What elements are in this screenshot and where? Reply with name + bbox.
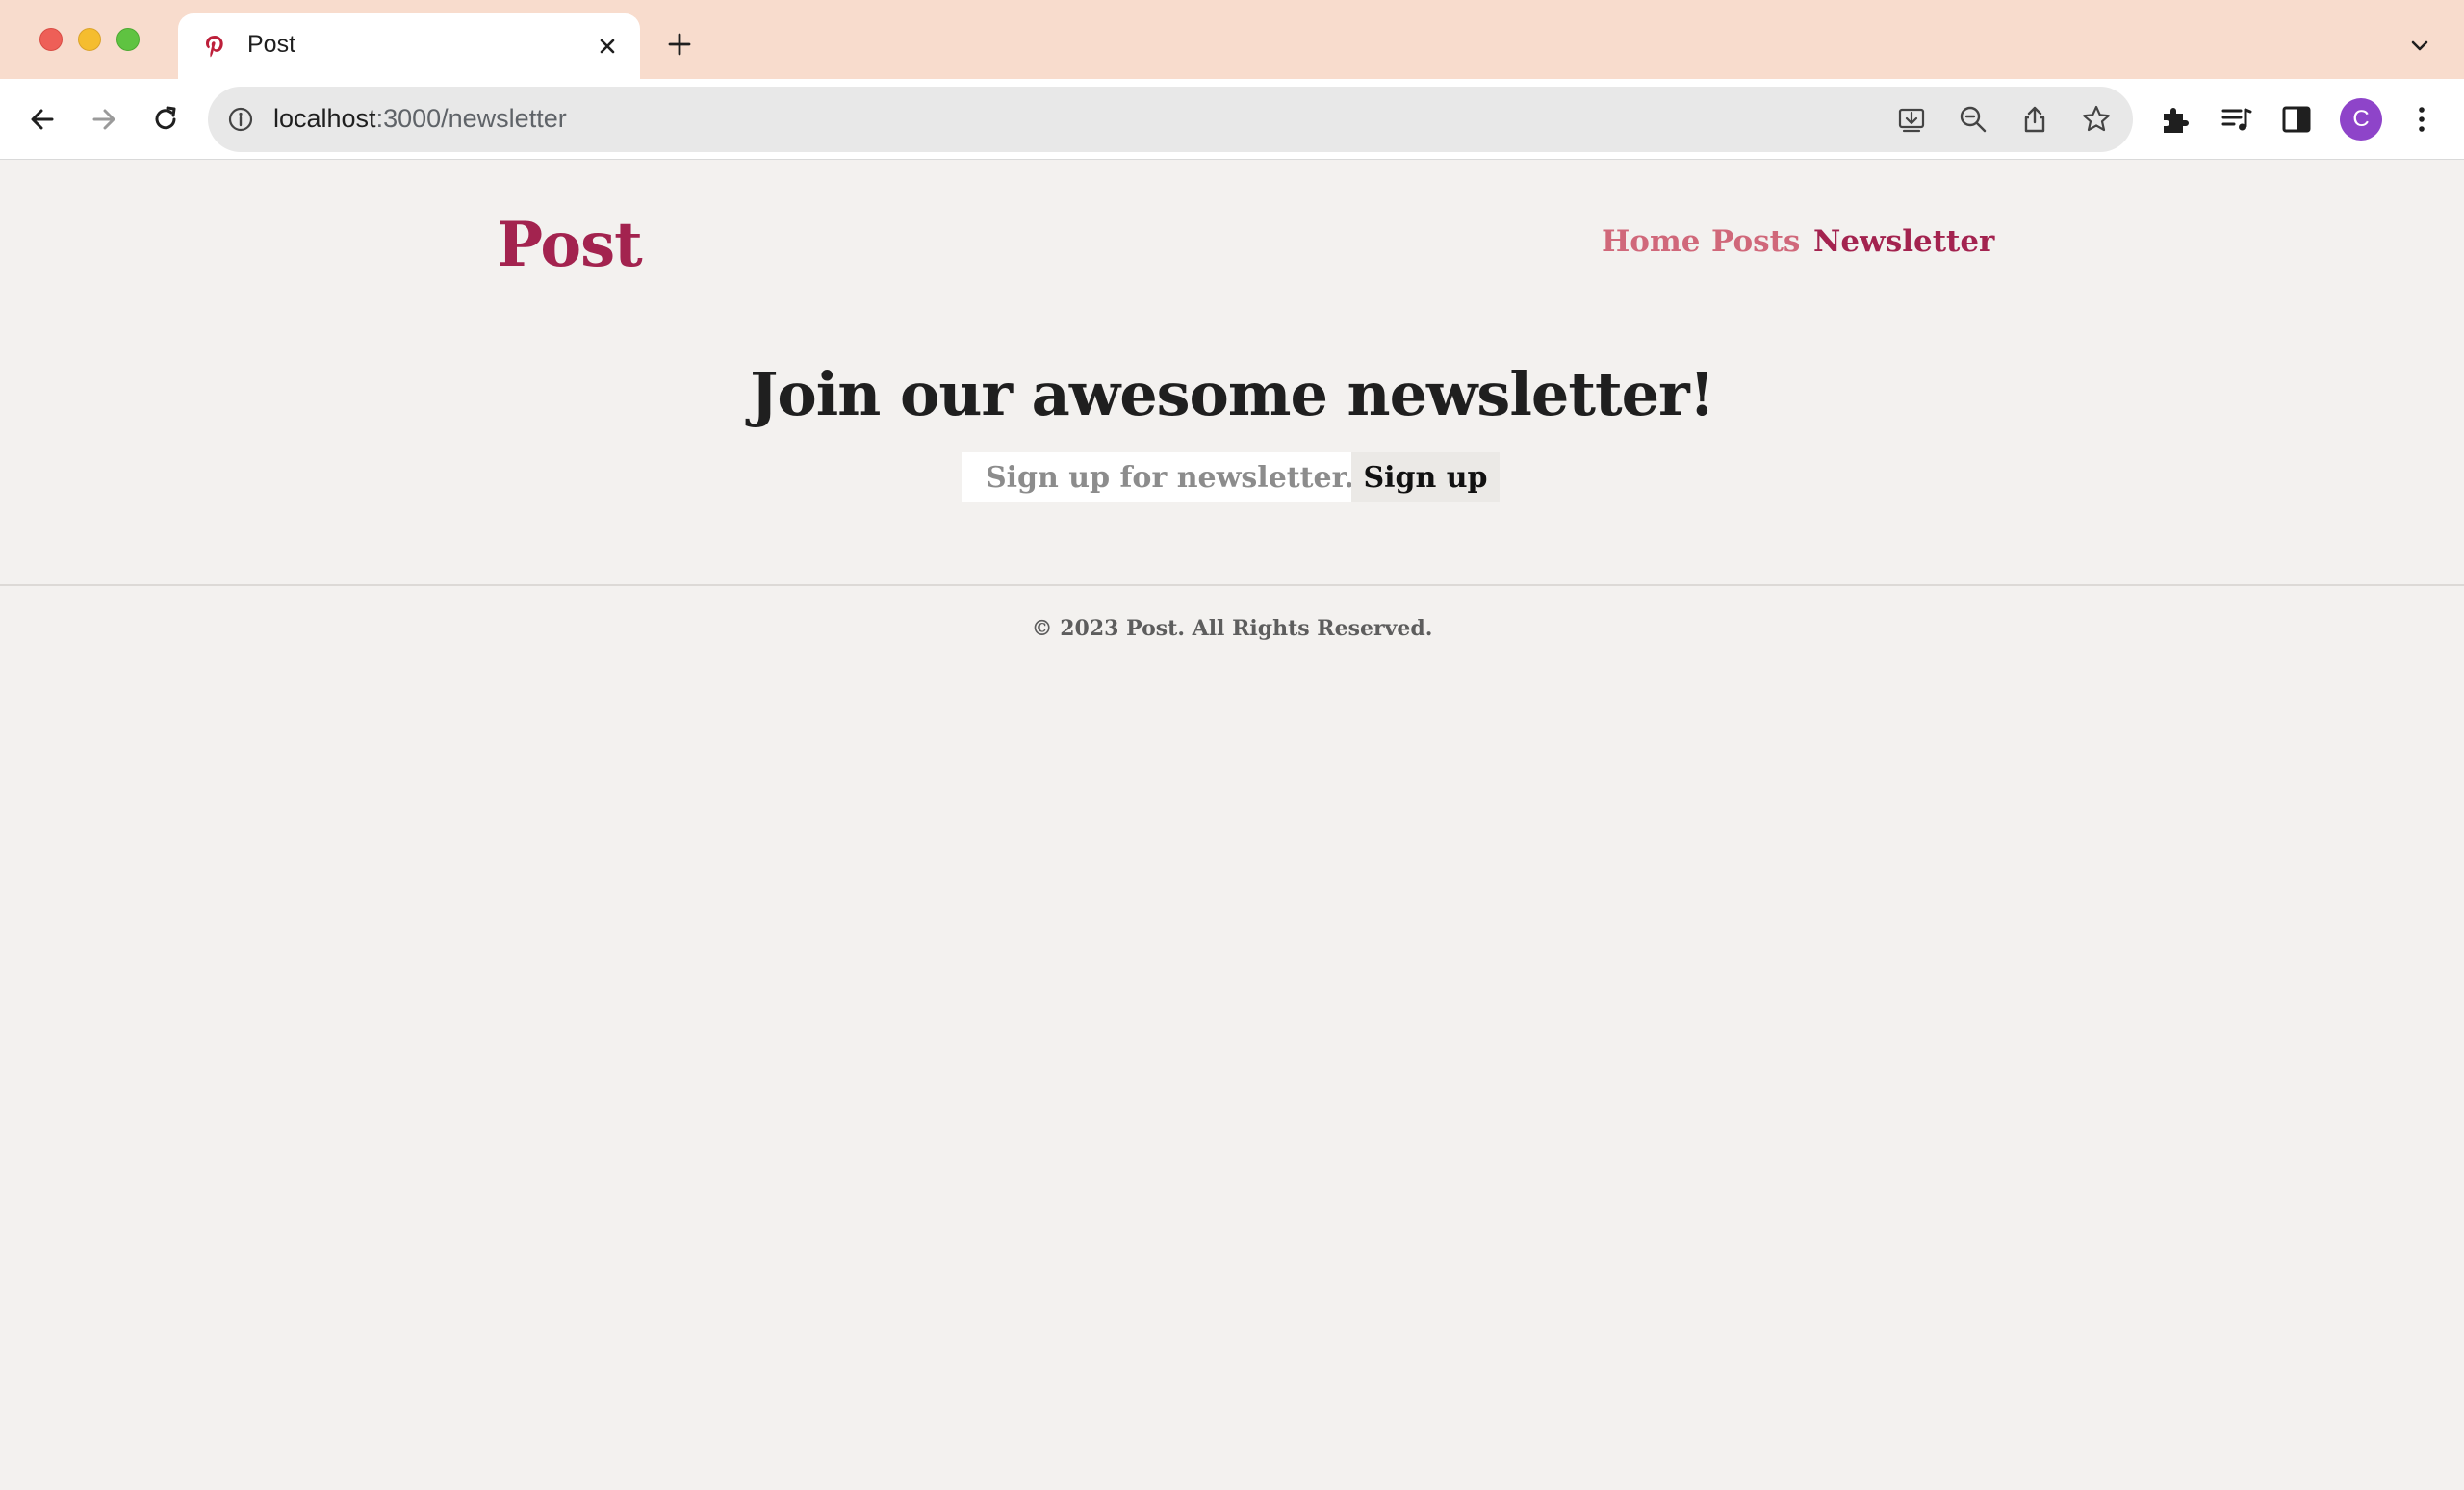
browser-tab-bar: Post	[0, 0, 2464, 79]
newsletter-email-input[interactable]	[962, 452, 1351, 502]
url-text[interactable]: localhost:3000/newsletter	[273, 104, 567, 134]
nav-posts-link[interactable]: Posts	[1711, 224, 1800, 259]
url-path: :3000/newsletter	[375, 104, 567, 133]
sign-up-button[interactable]: Sign up	[1351, 452, 1500, 502]
profile-avatar[interactable]: C	[2340, 98, 2382, 141]
footer-copyright: © 2023 Post. All Rights Reserved.	[1031, 616, 1433, 641]
install-app-icon[interactable]	[1896, 104, 1927, 135]
minimize-window-button[interactable]	[78, 28, 101, 51]
site-logo[interactable]: Post	[497, 209, 643, 281]
maximize-window-button[interactable]	[116, 28, 140, 51]
zoom-out-icon[interactable]	[1958, 104, 1989, 135]
tab-title: Post	[247, 31, 296, 58]
share-icon[interactable]	[2019, 104, 2050, 135]
new-tab-icon[interactable]	[666, 31, 693, 58]
browser-tab-active[interactable]: Post	[178, 13, 640, 79]
side-panel-icon[interactable]	[2279, 102, 2314, 137]
site-info-icon[interactable]	[227, 106, 254, 133]
media-playlist-icon[interactable]	[2220, 102, 2254, 137]
reload-icon[interactable]	[146, 100, 185, 139]
footer-divider	[0, 584, 2464, 586]
extensions-puzzle-icon[interactable]	[2158, 102, 2193, 137]
page-title: Join our awesome newsletter!	[750, 359, 1715, 429]
page-content: Post Home Posts Newsletter Join our awes…	[0, 161, 2464, 1490]
bookmark-star-icon[interactable]	[2081, 104, 2112, 135]
nav-home-link[interactable]: Home	[1602, 224, 1701, 259]
chevron-down-icon[interactable]	[2406, 33, 2433, 60]
forward-arrow-icon[interactable]	[85, 100, 123, 139]
browser-toolbar: localhost:3000/newsletter C	[0, 79, 2464, 160]
address-bar[interactable]: localhost:3000/newsletter	[208, 87, 2133, 152]
nav-newsletter-link[interactable]: Newsletter	[1813, 224, 1994, 259]
url-host: localhost	[273, 104, 376, 133]
back-arrow-icon[interactable]	[23, 100, 62, 139]
more-menu-icon[interactable]	[2404, 102, 2439, 137]
close-tab-icon[interactable]	[594, 33, 621, 60]
pinterest-icon	[202, 34, 227, 59]
close-window-button[interactable]	[39, 28, 63, 51]
